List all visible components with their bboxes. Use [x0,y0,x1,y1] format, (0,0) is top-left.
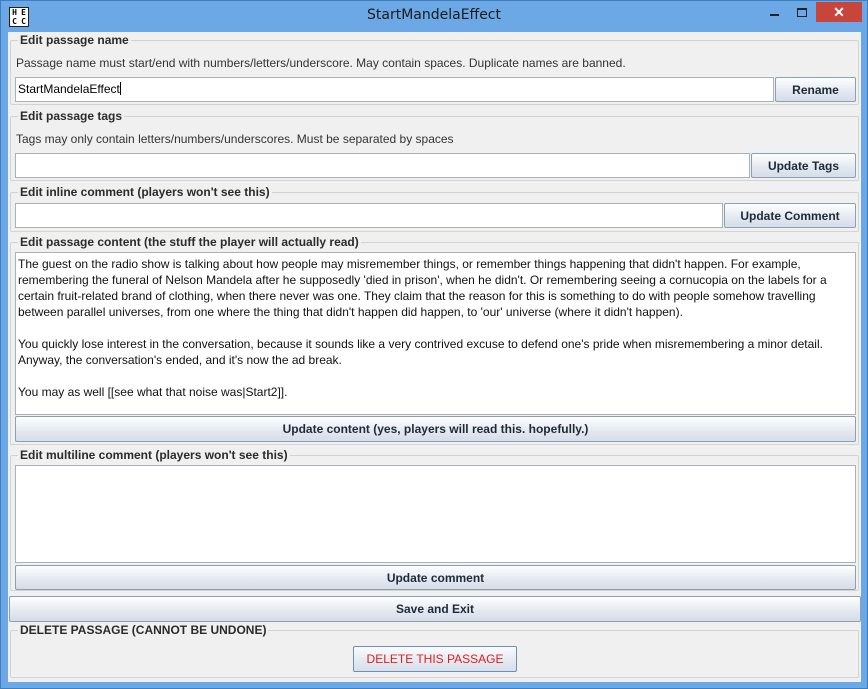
text-caret [119,82,121,95]
update-content-button[interactable]: Update content (yes, players will read t… [15,416,856,442]
passage-tags-group: Edit passage tags Tags may only contain … [10,110,859,181]
window-title: StartMandelaEffect [367,7,501,23]
inline-comment-legend: Edit inline comment (players won't see t… [18,185,272,199]
passage-name-input[interactable]: StartMandelaEffect [15,77,774,102]
passage-content-legend: Edit passage content (the stuff the play… [18,235,361,249]
multiline-comment-group: Edit multiline comment (players won't se… [10,449,859,591]
passage-tags-legend: Edit passage tags [18,109,125,123]
passage-name-value: StartMandelaEffect [18,82,120,96]
maximize-button[interactable] [789,2,815,22]
minimize-button[interactable] [761,2,787,22]
passage-name-legend: Edit passage name [18,33,131,47]
passage-name-hint: Passage name must start/end with numbers… [16,56,626,70]
close-icon: ✕ [833,3,845,20]
passage-content-textarea[interactable]: The guest on the radio show is talking a… [15,252,856,415]
minimize-icon [769,14,779,16]
save-and-exit-button[interactable]: Save and Exit [9,596,861,622]
editor-window: H E C C StartMandelaEffect ✕ Edit passag… [0,0,868,689]
passage-tags-input[interactable] [15,153,750,178]
maximize-icon [797,7,807,17]
update-multiline-comment-button[interactable]: Update comment [15,565,856,590]
passage-name-group: Edit passage name Passage name must star… [10,34,859,105]
update-comment-button[interactable]: Update Comment [724,203,856,228]
inline-comment-input[interactable] [15,203,723,228]
passage-content-group: Edit passage content (the stuff the play… [10,236,859,445]
rename-button[interactable]: Rename [775,77,856,102]
update-tags-button[interactable]: Update Tags [751,153,856,178]
editor-panel: Edit passage name Passage name must star… [8,32,861,682]
delete-passage-button[interactable]: DELETE THIS PASSAGE [353,646,517,672]
title-bar[interactable]: H E C C StartMandelaEffect ✕ [1,1,867,32]
inline-comment-group: Edit inline comment (players won't see t… [10,186,859,232]
passage-tags-hint: Tags may only contain letters/numbers/un… [16,132,454,146]
delete-passage-legend: DELETE PASSAGE (CANNOT BE UNDONE) [18,623,269,637]
multiline-comment-textarea[interactable] [15,465,856,563]
delete-passage-group: DELETE PASSAGE (CANNOT BE UNDONE) DELETE… [10,624,859,678]
close-button[interactable]: ✕ [816,2,862,22]
multiline-comment-legend: Edit multiline comment (players won't se… [18,448,290,462]
